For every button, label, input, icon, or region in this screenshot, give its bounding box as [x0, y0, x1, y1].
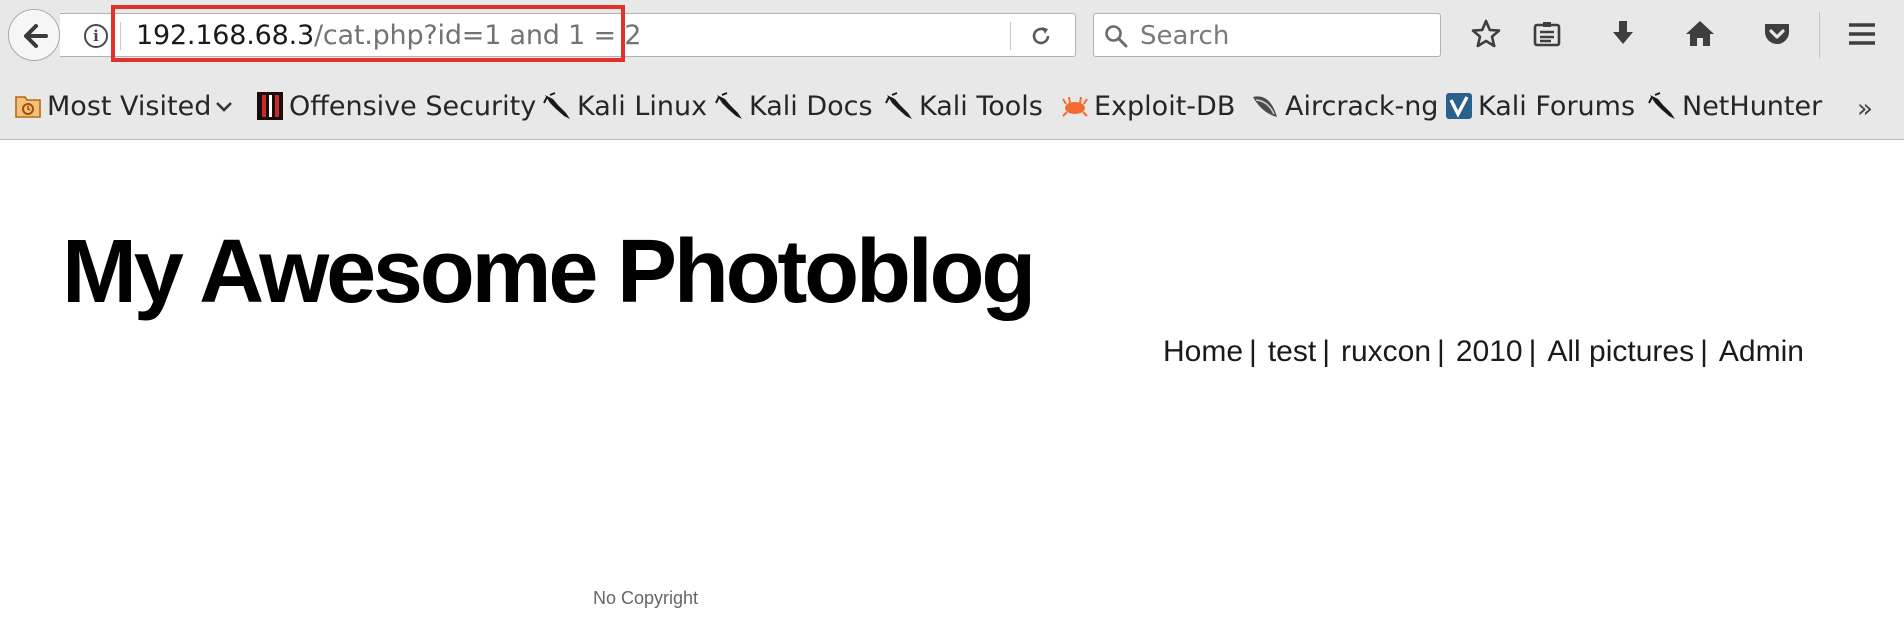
bookmark-star-icon[interactable] [1466, 16, 1506, 56]
kali-dragon-icon [1648, 91, 1675, 119]
site-nav: Home | test | ruxcon | 2010 | All pictures | Admin [1163, 332, 1804, 372]
bookmark-label: Kali Forums [1478, 91, 1636, 122]
bookmark-label: Exploit-DB [1094, 91, 1236, 122]
menu-icon[interactable] [1842, 16, 1882, 56]
site-title: My Awesome Photoblog [62, 222, 1036, 322]
bookmark-kali-linux[interactable]: Kali Linux [542, 88, 707, 126]
bookmark-label: Offensive Security [289, 91, 537, 122]
bookmark-aircrack-ng[interactable]: Aircrack-ng [1250, 88, 1438, 126]
bookmark-label: Kali Linux [577, 91, 708, 122]
offsec-icon [257, 91, 283, 120]
most-visited-icon [15, 95, 41, 118]
bookmarks-overflow-button[interactable]: » [1857, 94, 1873, 124]
navigation-toolbar: i 192.168.68.3/cat.php?id=1 and 1 = 2 [0, 0, 1904, 70]
kali-dragon-icon [543, 91, 570, 119]
bookmark-kali-tools[interactable]: Kali Tools [884, 88, 1043, 126]
reload-icon[interactable] [1029, 24, 1053, 48]
aircrack-icon [1253, 95, 1277, 117]
chevron-down-icon [216, 101, 233, 112]
bookmark-offensive-security[interactable]: Offensive Security [256, 88, 536, 126]
pocket-icon[interactable] [1757, 16, 1797, 56]
kali-forums-icon [1446, 92, 1472, 119]
nav-separator: | [1528, 335, 1537, 368]
browser-chrome: i 192.168.68.3/cat.php?id=1 and 1 = 2 Se… [0, 0, 1904, 140]
bookmark-label: NetHunter [1682, 91, 1823, 122]
bookmark-label: Aircrack-ng [1285, 91, 1439, 122]
bookmark-kali-forums[interactable]: Kali Forums [1445, 88, 1635, 126]
nav-separator: | [1322, 335, 1330, 368]
nav-admin[interactable]: Admin [1719, 335, 1804, 368]
bookmarks-toolbar: Most Visited Offensive Security Kali Lin… [0, 80, 1904, 134]
reading-list-icon[interactable] [1527, 16, 1567, 56]
nav-home[interactable]: Home [1163, 335, 1243, 368]
nav-separator: | [1249, 335, 1257, 368]
bookmark-exploit-db[interactable]: Exploit-DB [1061, 88, 1235, 126]
nav-ruxcon[interactable]: ruxcon [1341, 335, 1431, 368]
search-bar[interactable] [1093, 13, 1441, 57]
nav-2010[interactable]: 2010 [1456, 335, 1523, 368]
search-input[interactable] [1140, 20, 1430, 52]
toolbar-separator [1819, 12, 1820, 58]
footer-copyright: No Copyright [593, 588, 699, 608]
downloads-icon[interactable] [1603, 16, 1643, 56]
bookmark-nethunter[interactable]: NetHunter [1647, 88, 1822, 126]
reload-separator [1010, 22, 1011, 50]
kali-dragon-icon [885, 91, 912, 119]
exploit-db-icon [1062, 96, 1088, 117]
bookmark-kali-docs[interactable]: Kali Docs [714, 88, 873, 126]
back-arrow-icon [24, 24, 48, 48]
bookmark-most-visited[interactable]: Most Visited [14, 88, 239, 126]
site-info-icon[interactable]: i [84, 24, 108, 48]
nav-test[interactable]: test [1268, 335, 1316, 368]
nav-separator: | [1700, 335, 1708, 368]
kali-dragon-icon [715, 91, 742, 119]
nav-separator: | [1437, 335, 1445, 368]
bookmark-label: Kali Tools [919, 91, 1043, 122]
search-icon [1105, 25, 1128, 48]
back-button[interactable] [8, 9, 60, 61]
url-highlight-box [111, 5, 625, 62]
nav-all-pictures[interactable]: All pictures [1547, 335, 1694, 368]
bookmark-label: Kali Docs [749, 91, 873, 122]
bookmark-label: Most Visited [47, 91, 212, 122]
home-icon[interactable] [1680, 16, 1720, 56]
